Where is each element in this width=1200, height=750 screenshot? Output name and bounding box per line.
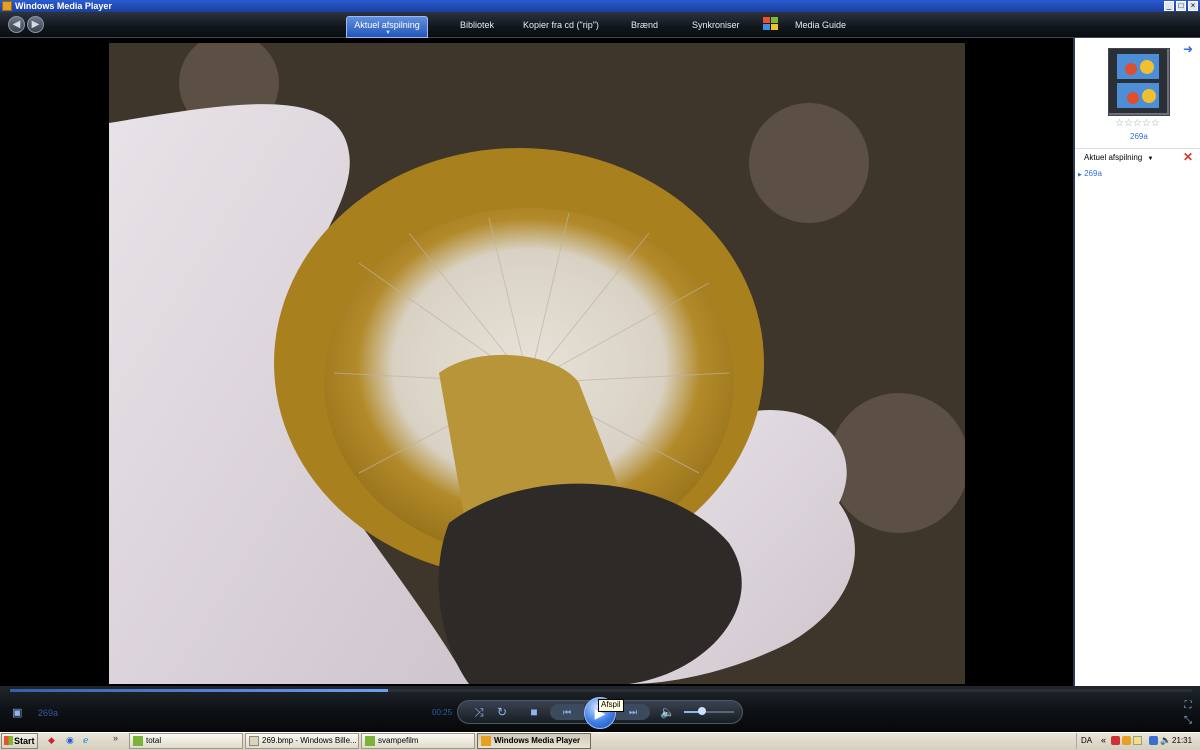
chevron-down-icon: ▼	[1147, 156, 1154, 162]
windows-logo-icon	[763, 17, 780, 32]
windows-logo-icon	[4, 736, 13, 745]
taskbar-item-label: total	[146, 736, 162, 745]
taskbar-item-paint[interactable]: 269.bmp - Windows Bille...	[245, 733, 359, 749]
fullscreen-icon[interactable]: ⛶	[1182, 700, 1194, 712]
clock[interactable]: 21:31	[1172, 736, 1192, 745]
window-title: Windows Media Player	[15, 1, 112, 11]
taskbar-item-label: 269.bmp - Windows Bille...	[262, 736, 357, 745]
taskbar-item-total[interactable]: total	[129, 733, 243, 749]
minimize-button[interactable]: _	[1164, 1, 1174, 11]
album-art-thumbnail[interactable]	[1108, 48, 1170, 116]
seek-bar-progress	[10, 689, 388, 692]
rating-stars[interactable]: ☆☆☆☆☆	[1115, 118, 1160, 129]
volume-slider-thumb[interactable]	[698, 707, 706, 715]
language-indicator[interactable]: DA	[1081, 736, 1092, 745]
switch-to-skin-icon[interactable]: ⤡	[1182, 715, 1194, 727]
play-tooltip: Afspil	[598, 699, 624, 712]
system-tray: DA « 🔈 21:31	[1076, 733, 1200, 749]
play-indicator-icon: ▶	[1078, 172, 1082, 178]
start-button[interactable]: Start	[1, 733, 38, 749]
chevron-left-icon[interactable]: «	[1101, 735, 1106, 745]
now-playing-list-dropdown[interactable]: Aktuel afspilning ▼	[1084, 153, 1153, 162]
start-label: Start	[14, 736, 35, 746]
track-name: 269a	[38, 708, 59, 718]
thumbnail-title: 269a	[1130, 132, 1148, 141]
taskbar-item-label: svampefilm	[378, 736, 419, 745]
arrow-right-icon[interactable]: ➜	[1183, 42, 1193, 56]
film-reel-icon	[1109, 49, 1167, 113]
wmp-app-icon	[481, 736, 491, 746]
chevron-down-icon: ▼	[385, 30, 391, 36]
taskbar-item-media-player[interactable]: Windows Media Player	[477, 733, 591, 749]
tab-library[interactable]: Bibliotek	[460, 12, 494, 38]
tab-now-playing-label: Aktuel afspilning	[354, 20, 420, 30]
arrow-left-icon: ◀	[12, 19, 21, 30]
playlist-item[interactable]: ▶ 269a	[1078, 169, 1102, 178]
shuffle-icon[interactable]: ⤨	[472, 706, 486, 718]
forward-button[interactable]: ▶	[27, 16, 44, 33]
video-frame[interactable]	[109, 43, 965, 684]
now-playing-panel: ➜ ☆☆☆☆☆ 269a Aktuel afspilning ▼ ✕ ▶ 269…	[1073, 38, 1200, 686]
divider	[1075, 148, 1200, 149]
elapsed-time: 00:25	[432, 708, 453, 717]
taskbar-item-label: Windows Media Player	[494, 736, 581, 745]
image-viewer-icon	[249, 736, 259, 746]
wmp-app-icon	[2, 1, 12, 11]
quick-launch-icon[interactable]: ◆	[48, 735, 55, 746]
previous-button[interactable]: ⏮	[550, 704, 584, 720]
chevron-more-icon[interactable]: »	[113, 733, 118, 743]
taskbar-item-svampefilm[interactable]: svampefilm	[361, 733, 475, 749]
tab-now-playing[interactable]: Aktuel afspilning ▼	[346, 16, 428, 38]
media-info-icon[interactable]: ▣	[12, 706, 24, 719]
clear-list-icon[interactable]: ✕	[1183, 150, 1193, 164]
playlist-item-label: 269a	[1084, 169, 1102, 178]
folder-icon	[365, 736, 375, 746]
title-bar: Windows Media Player _ □ ×	[0, 0, 1200, 12]
tab-sync[interactable]: Synkroniser	[692, 12, 740, 38]
back-button[interactable]: ◀	[8, 16, 25, 33]
internet-explorer-icon[interactable]: ℯ	[83, 735, 88, 746]
media-tray-icon[interactable]	[1122, 736, 1131, 745]
now-playing-list-label: Aktuel afspilning	[1084, 153, 1143, 162]
repeat-icon[interactable]: ↻	[495, 706, 509, 718]
tab-burn[interactable]: Brænd	[631, 12, 658, 38]
mushroom-video-image	[109, 43, 965, 684]
navigation-bar: ◀ ▶ Aktuel afspilning ▼ Bibliotek Kopier…	[0, 12, 1200, 38]
previous-icon: ⏮	[562, 707, 572, 717]
network-tray-icon[interactable]	[1149, 736, 1158, 745]
maximize-button[interactable]: □	[1176, 1, 1186, 11]
next-icon: ⏭	[628, 707, 638, 717]
antivirus-tray-icon[interactable]	[1111, 736, 1120, 745]
tab-media-guide[interactable]: Media Guide	[795, 12, 846, 38]
tab-rip[interactable]: Kopier fra cd ("rip")	[523, 12, 599, 38]
folder-icon	[133, 736, 143, 746]
speaker-tray-icon[interactable]: 🔈	[1160, 735, 1171, 746]
close-button[interactable]: ×	[1188, 1, 1198, 11]
stop-button[interactable]: ■	[527, 706, 541, 718]
media-player-quicklaunch-icon[interactable]: ◉	[66, 735, 74, 746]
arrow-right-icon: ▶	[31, 19, 40, 30]
volume-icon[interactable]: 🔈	[660, 706, 675, 718]
document-tray-icon[interactable]	[1133, 736, 1142, 745]
